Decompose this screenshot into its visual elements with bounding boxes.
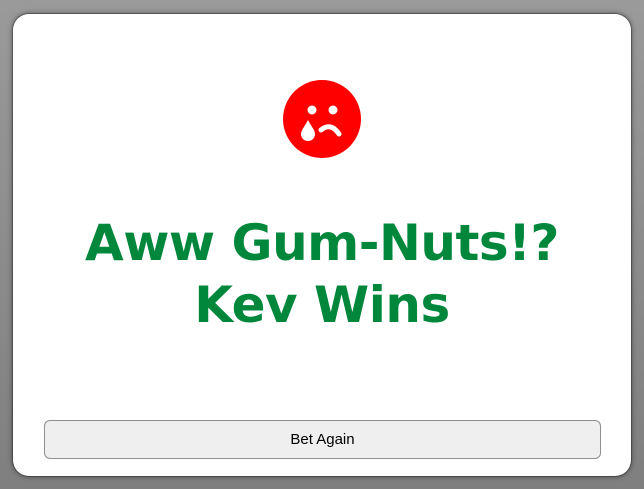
headline-line-1: Aww Gum-Nuts!? (85, 214, 559, 272)
bet-again-button[interactable]: Bet Again (44, 420, 601, 459)
crying-sad-face-icon (283, 80, 361, 158)
result-dialog: Aww Gum-Nuts!? Kev Wins Bet Again (13, 14, 631, 476)
result-headline: Aww Gum-Nuts!? Kev Wins (13, 212, 631, 336)
headline-line-2: Kev Wins (194, 276, 450, 334)
